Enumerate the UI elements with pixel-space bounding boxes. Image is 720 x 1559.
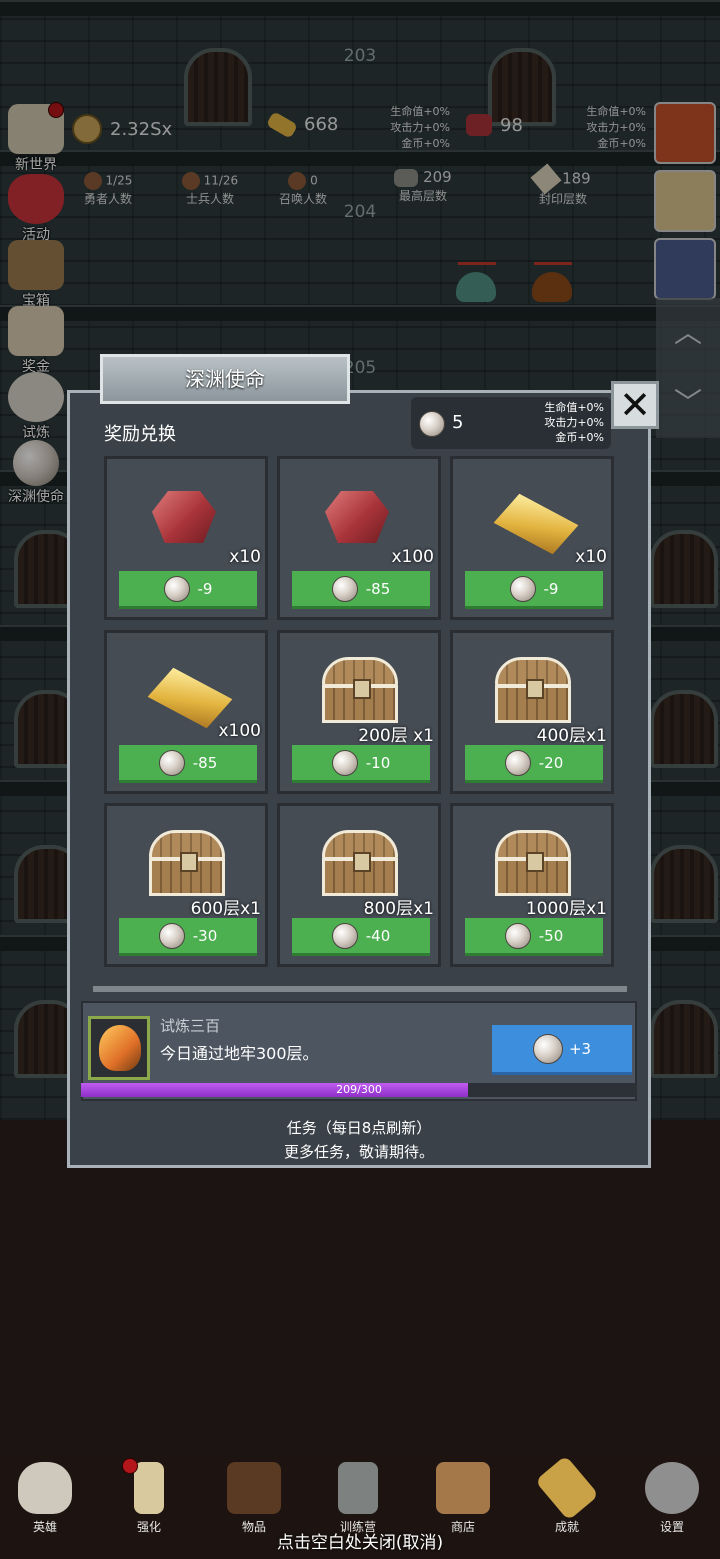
section-label: 奖励兑换: [104, 424, 176, 445]
reward-qty: 800层x1: [363, 899, 434, 919]
reward-cell: x10 -9: [104, 456, 268, 620]
reward-cell: 600层x1 -30: [104, 803, 268, 967]
price-label: -9: [197, 579, 213, 598]
pearl-icon: [158, 922, 185, 949]
hp-bonus: 生命值+0%: [544, 401, 604, 414]
task-description: 今日通过地牢300层。: [160, 1044, 319, 1063]
nav-items[interactable]: 物品: [209, 1462, 299, 1535]
book-icon: [227, 1462, 281, 1514]
pearl-count: 5: [452, 412, 464, 433]
claim-task-button[interactable]: +3: [492, 1025, 632, 1075]
chest-icon: [149, 830, 225, 896]
task-refresh-note: 任务（每日8点刷新）: [286, 1119, 432, 1137]
exchange-button[interactable]: -40: [292, 918, 430, 956]
reward-cell: 800层x1 -40: [277, 803, 441, 967]
nav-heroes[interactable]: 英雄: [0, 1462, 90, 1535]
close-hint[interactable]: 点击空白处关闭(取消): [0, 1528, 720, 1553]
task-reward-label: +3: [568, 1039, 592, 1058]
task-progress-bar: 209/300: [81, 1083, 637, 1097]
reward-qty: 1000层x1: [525, 899, 607, 919]
exchange-button[interactable]: -50: [465, 918, 603, 956]
gem-icon: [325, 491, 389, 543]
atk-bonus: 攻击力+0%: [544, 416, 604, 429]
task-icon: [88, 1016, 150, 1080]
key-icon: [534, 1455, 600, 1521]
nav-training[interactable]: 训练营: [313, 1462, 403, 1535]
exchange-button[interactable]: -85: [292, 571, 430, 609]
dialog-bonus-stats: 生命值+0% 攻击力+0% 金币+0%: [530, 400, 604, 445]
beer-mug-icon: [436, 1462, 490, 1514]
reward-qty: x100: [218, 721, 261, 741]
reward-cell: 1000层x1 -50: [450, 803, 614, 967]
pearl-icon: [331, 922, 358, 949]
price-label: -20: [538, 753, 564, 772]
chest-icon: [322, 657, 398, 723]
pearl-icon: [331, 575, 358, 602]
gold-bar-icon: [498, 491, 574, 543]
pearl-icon: [331, 749, 358, 776]
reward-qty: x10: [229, 547, 261, 567]
exchange-button[interactable]: -30: [119, 918, 257, 956]
dialog-title: 深渊使命: [100, 354, 350, 404]
lantern-icon: [338, 1462, 378, 1514]
notification-dot: [122, 1458, 138, 1474]
reward-qty: 200层 x1: [358, 726, 434, 746]
exchange-button[interactable]: -9: [119, 571, 257, 609]
exchange-button[interactable]: -9: [465, 571, 603, 609]
pearl-icon: [163, 575, 190, 602]
price-label: -85: [192, 753, 218, 772]
price-label: -40: [365, 926, 391, 945]
price-label: -85: [365, 579, 391, 598]
reward-qty: x100: [391, 547, 434, 567]
chest-icon: [495, 830, 571, 896]
reward-cell: 400层x1 -20: [450, 630, 614, 794]
pearl-icon: [532, 1033, 563, 1064]
exchange-button[interactable]: -20: [465, 745, 603, 783]
price-label: -10: [365, 753, 391, 772]
reward-cell: x10 -9: [450, 456, 614, 620]
price-label: -50: [538, 926, 564, 945]
pearl-icon: [504, 922, 531, 949]
reward-cell: x100 -85: [277, 456, 441, 620]
reward-cell: 200层 x1 -10: [277, 630, 441, 794]
exchange-button[interactable]: -10: [292, 745, 430, 783]
reward-qty: x10: [575, 547, 607, 567]
pearl-icon: [419, 411, 445, 437]
close-icon: ✕: [619, 383, 651, 427]
candle-icon: [134, 1462, 164, 1514]
chest-icon: [322, 830, 398, 896]
section-divider: [93, 986, 627, 992]
reward-cell: x100 -85: [104, 630, 268, 794]
pearl-icon: [504, 749, 531, 776]
price-label: -30: [192, 926, 218, 945]
task-progress-text: 209/300: [336, 1083, 382, 1096]
close-button[interactable]: ✕: [611, 381, 659, 429]
more-tasks-note: 更多任务，敬请期待。: [283, 1143, 434, 1161]
task-title: 试炼三百: [160, 1017, 221, 1035]
exchange-button[interactable]: -85: [119, 745, 257, 783]
gear-icon: [645, 1462, 699, 1514]
pearl-icon: [509, 575, 536, 602]
chest-icon: [495, 657, 571, 723]
gold-bonus: 金币+0%: [555, 431, 604, 444]
nav-settings[interactable]: 设置: [627, 1462, 717, 1535]
gem-icon: [152, 491, 216, 543]
pearl-icon: [158, 749, 185, 776]
gold-bar-icon: [152, 665, 228, 717]
skull-icon: [18, 1462, 72, 1514]
reward-qty: 600层x1: [190, 899, 261, 919]
nav-shop[interactable]: 商店: [418, 1462, 508, 1535]
price-label: -9: [543, 579, 559, 598]
nav-achievements[interactable]: 成就: [522, 1455, 612, 1535]
nav-upgrade[interactable]: 强化: [104, 1462, 194, 1535]
reward-qty: 400层x1: [536, 726, 607, 746]
